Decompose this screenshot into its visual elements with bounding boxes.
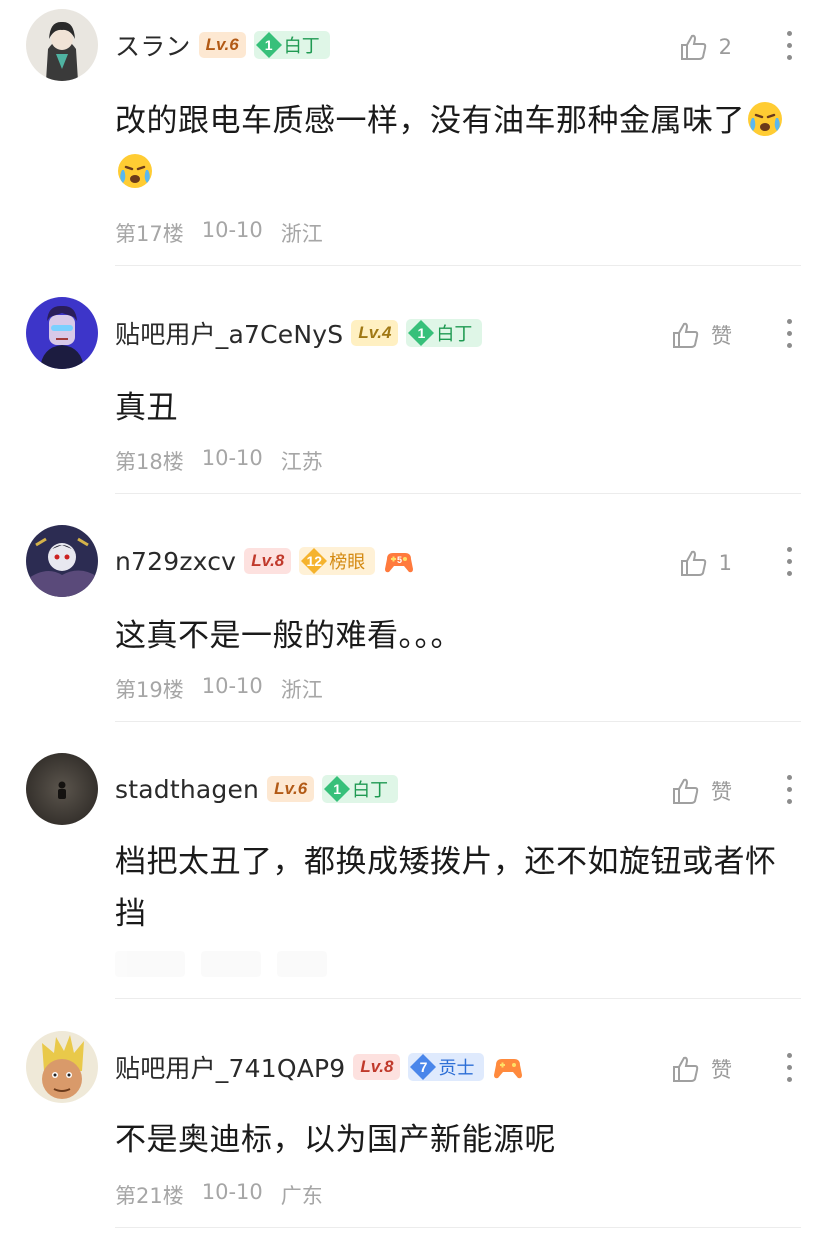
- like-count: 2: [718, 35, 732, 59]
- diamond-icon: 1: [254, 31, 284, 59]
- floor-number: 第19楼: [115, 678, 184, 702]
- crying-face-emoji: [118, 154, 152, 188]
- like-button[interactable]: 赞: [669, 315, 732, 355]
- level-badge: Lv.6: [198, 32, 246, 58]
- like-button[interactable]: 赞: [669, 1049, 732, 1089]
- username[interactable]: スラン: [115, 27, 191, 63]
- thumbs-up-icon: [680, 550, 706, 576]
- thumbs-up-icon: [673, 322, 699, 348]
- game-controller-icon[interactable]: 5: [383, 547, 415, 575]
- comment-meta: 第18楼 10-10 江苏: [115, 446, 323, 476]
- level-badge: Lv.8: [244, 548, 292, 574]
- like-button[interactable]: 赞: [669, 771, 732, 811]
- divider: [115, 998, 801, 999]
- thumbs-up-icon: [680, 34, 706, 60]
- rank-badge[interactable]: 1 白丁: [322, 775, 399, 803]
- rank-title: 贡士: [438, 1058, 475, 1079]
- avatar[interactable]: [26, 1031, 98, 1103]
- comment-text: 真丑: [115, 390, 178, 426]
- level-badge: Lv.6: [267, 776, 315, 802]
- svg-text:5: 5: [397, 555, 402, 565]
- more-options-icon[interactable]: [784, 313, 794, 353]
- comment-header: スラン Lv.6 1 白丁: [115, 25, 330, 65]
- rank-title: 榜眼: [329, 552, 366, 573]
- ip-region: 浙江: [280, 222, 323, 246]
- post-date: 10-10: [201, 674, 263, 698]
- crying-face-emoji: [748, 102, 782, 136]
- comment-text: 档把太丑了，都换成矮拨片，还不如旋钮或者怀挡: [115, 844, 777, 932]
- comment-text: 这真不是一般的难看。。。: [115, 618, 462, 654]
- avatar[interactable]: [26, 297, 98, 369]
- more-options-icon[interactable]: [784, 25, 794, 65]
- post-date: 10-10: [201, 446, 263, 470]
- username[interactable]: 贴吧用户_741QAP9: [115, 1049, 345, 1085]
- game-controller-icon[interactable]: [492, 1053, 524, 1081]
- divider: [115, 265, 801, 266]
- diamond-icon: 7: [408, 1053, 438, 1081]
- rank-badge[interactable]: 1 白丁: [406, 319, 483, 347]
- ip-region: 江苏: [280, 450, 323, 474]
- ip-region: 广东: [280, 1184, 323, 1208]
- divider: [115, 1227, 801, 1228]
- comment-meta: 第19楼 10-10 浙江: [115, 674, 323, 704]
- rank-title: 白丁: [283, 36, 320, 57]
- diamond-icon: 1: [406, 319, 436, 347]
- post-date: 10-10: [201, 1180, 263, 1204]
- ip-region: 浙江: [280, 678, 323, 702]
- like-label: 赞: [711, 780, 732, 804]
- like-label: 赞: [711, 1058, 732, 1082]
- username[interactable]: n729zxcv: [115, 547, 236, 576]
- more-options-icon[interactable]: [784, 541, 794, 581]
- rank-badge[interactable]: 7 贡士: [408, 1053, 485, 1081]
- more-options-icon[interactable]: [784, 769, 794, 809]
- floor-number: 第17楼: [115, 222, 184, 246]
- rank-title: 白丁: [436, 324, 473, 345]
- floor-number: 第18楼: [115, 450, 184, 474]
- faded-meta-placeholder: [115, 944, 355, 984]
- comment-header: n729zxcv Lv.8 12 榜眼 5: [115, 541, 415, 581]
- diamond-icon: 1: [322, 775, 352, 803]
- comment-text: 不是奥迪标，以为国产新能源呢: [115, 1122, 556, 1158]
- divider: [115, 721, 801, 722]
- like-button[interactable]: 1: [677, 543, 732, 583]
- avatar[interactable]: [26, 525, 98, 597]
- thumbs-up-icon: [673, 778, 699, 804]
- comment-header: 贴吧用户_741QAP9 Lv.8 7 贡士: [115, 1047, 524, 1087]
- divider: [115, 493, 801, 494]
- comment-meta: 第17楼 10-10 浙江: [115, 218, 323, 248]
- thumbs-up-icon: [673, 1056, 699, 1082]
- comment-header: stadthagen Lv.6 1 白丁: [115, 769, 399, 809]
- comment-meta: 第21楼 10-10 广东: [115, 1180, 323, 1210]
- rank-badge[interactable]: 12 榜眼: [299, 547, 376, 575]
- post-date: 10-10: [201, 218, 263, 242]
- like-count: 1: [718, 551, 732, 575]
- comment-header: 贴吧用户_a7CeNyS Lv.4 1 白丁: [115, 313, 483, 353]
- like-button[interactable]: 2: [677, 27, 732, 67]
- comment-text: 改的跟电车质感一样，没有油车那种金属味了: [115, 95, 795, 199]
- diamond-icon: 12: [299, 547, 329, 575]
- avatar[interactable]: [26, 753, 98, 825]
- rank-badge[interactable]: 1 白丁: [253, 31, 330, 59]
- like-label: 赞: [711, 324, 732, 348]
- level-badge: Lv.4: [351, 320, 399, 346]
- username[interactable]: stadthagen: [115, 775, 259, 804]
- rank-title: 白丁: [352, 780, 389, 801]
- floor-number: 第21楼: [115, 1184, 184, 1208]
- level-badge: Lv.8: [353, 1054, 401, 1080]
- username[interactable]: 贴吧用户_a7CeNyS: [115, 315, 343, 351]
- avatar[interactable]: [26, 9, 98, 81]
- more-options-icon[interactable]: [784, 1047, 794, 1087]
